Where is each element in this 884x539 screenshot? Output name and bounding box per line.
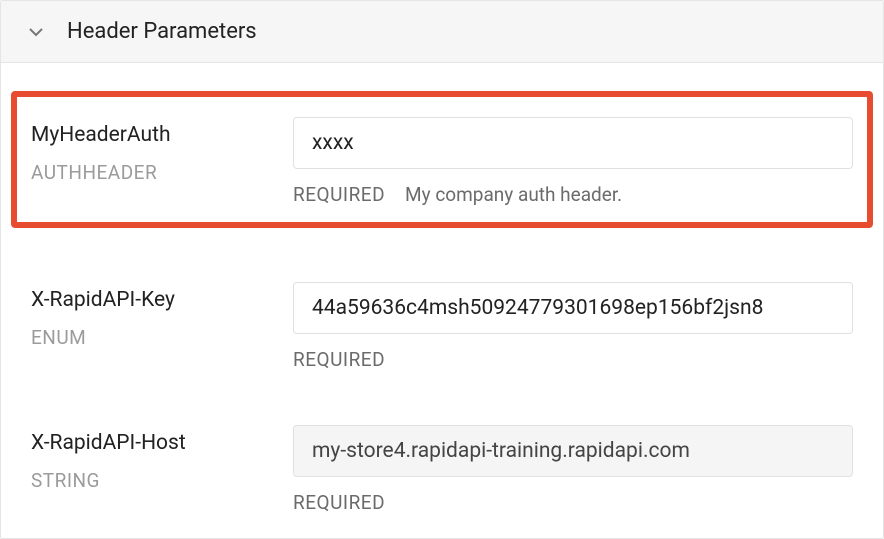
param-type: STRING [31,469,293,492]
param-name: MyHeaderAuth [31,123,293,147]
required-label: REQUIRED [293,183,385,206]
section-title: Header Parameters [67,19,257,44]
param-type: AUTHHEADER [31,161,293,184]
param-label-col: X-RapidAPI-Host STRING [31,425,293,492]
required-label: REQUIRED [293,348,385,371]
param-label-col: X-RapidAPI-Key ENUM [31,282,293,349]
section-header[interactable]: Header Parameters [1,1,883,63]
chevron-down-icon [27,23,45,41]
param-value-col: REQUIRED My company auth header. [293,117,853,206]
parameters-body: MyHeaderAuth AUTHHEADER REQUIRED My comp… [1,91,883,538]
header-parameters-panel: Header Parameters MyHeaderAuth AUTHHEADE… [0,0,884,539]
required-label: REQUIRED [293,491,385,514]
param-row-rapidapi-key: X-RapidAPI-Key ENUM REQUIRED [1,268,883,371]
param-label-col: MyHeaderAuth AUTHHEADER [31,117,293,184]
param-value-col: REQUIRED [293,425,853,514]
param-row-myheaderauth: MyHeaderAuth AUTHHEADER REQUIRED My comp… [31,103,853,206]
param-name: X-RapidAPI-Key [31,288,293,312]
param-name: X-RapidAPI-Host [31,431,293,455]
param-input-myheaderauth[interactable] [293,117,853,169]
param-meta: REQUIRED [293,348,853,371]
param-input-rapidapi-host[interactable] [293,425,853,477]
param-meta: REQUIRED My company auth header. [293,183,853,206]
highlighted-parameter: MyHeaderAuth AUTHHEADER REQUIRED My comp… [11,91,873,228]
param-description: My company auth header. [405,183,622,206]
param-row-rapidapi-host: X-RapidAPI-Host STRING REQUIRED [1,411,883,514]
param-input-rapidapi-key[interactable] [293,282,853,334]
param-value-col: REQUIRED [293,282,853,371]
param-type: ENUM [31,326,293,349]
param-meta: REQUIRED [293,491,853,514]
